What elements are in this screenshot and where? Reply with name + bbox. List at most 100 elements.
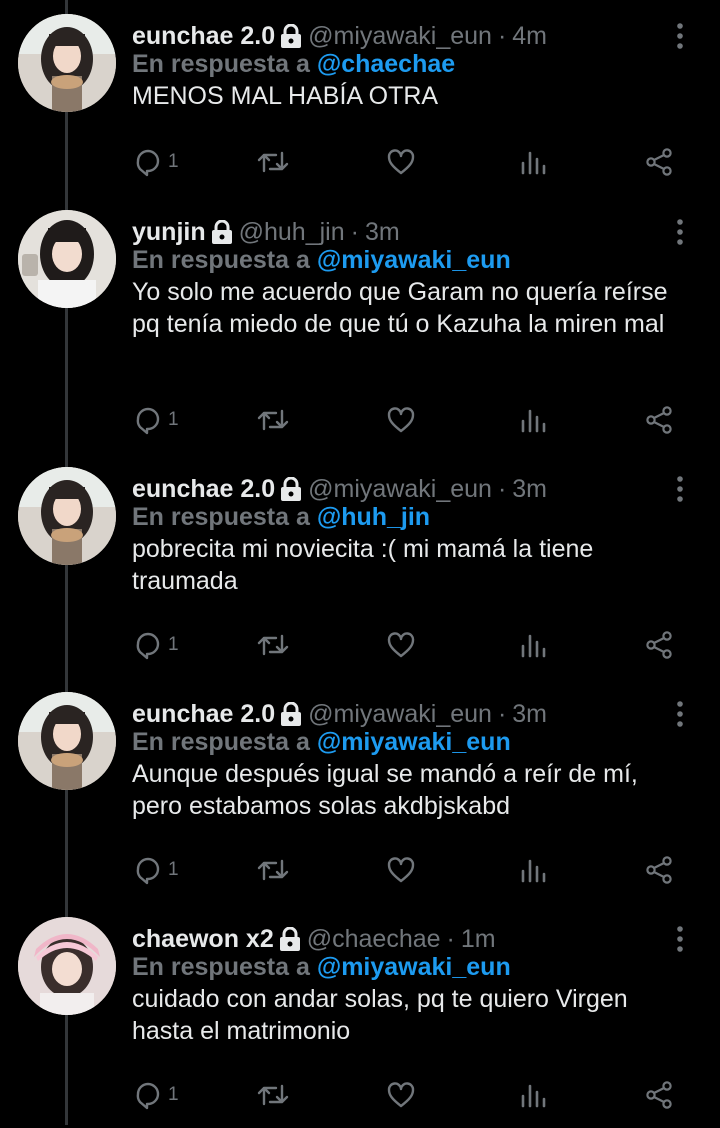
reply-count: 1	[168, 1084, 179, 1105]
tweet[interactable]: eunchae 2.0 @miyawaki_eun · 3m En respue…	[0, 453, 720, 678]
reply-button[interactable]: 1	[134, 402, 179, 438]
more-icon[interactable]	[672, 475, 688, 503]
share-button[interactable]	[644, 1077, 674, 1113]
tweet[interactable]: chaewon x2 @chaechae · 1m En respuesta a…	[0, 903, 720, 1128]
avatar[interactable]	[18, 467, 116, 565]
lock-icon	[279, 927, 301, 951]
handle[interactable]: @miyawaki_eun	[308, 700, 492, 729]
reply-mention[interactable]: @miyawaki_eun	[317, 728, 511, 756]
share-icon	[646, 856, 672, 884]
reply-mention[interactable]: @huh_jin	[317, 503, 430, 531]
avatar-photo	[18, 14, 116, 112]
separator-dot: ·	[497, 699, 507, 728]
like-button[interactable]	[386, 402, 416, 438]
reply-icon	[136, 857, 160, 885]
views-button[interactable]	[518, 144, 548, 180]
lock-icon	[211, 220, 233, 244]
handle[interactable]: @miyawaki_eun	[308, 22, 492, 51]
avatar-photo	[18, 467, 116, 565]
timestamp[interactable]: 3m	[512, 700, 547, 729]
timestamp[interactable]: 1m	[461, 925, 496, 954]
views-icon	[521, 151, 546, 175]
share-button[interactable]	[644, 402, 674, 438]
retweet-button[interactable]	[256, 144, 290, 180]
views-button[interactable]	[518, 1077, 548, 1113]
like-button[interactable]	[386, 852, 416, 888]
tweet[interactable]: eunchae 2.0 @miyawaki_eun · 3m En respue…	[0, 678, 720, 903]
like-icon	[387, 1082, 415, 1108]
reply-mention[interactable]: @miyawaki_eun	[317, 953, 511, 981]
like-icon	[387, 149, 415, 175]
display-name[interactable]: eunchae 2.0	[132, 700, 275, 729]
display-name[interactable]: chaewon x2	[132, 925, 274, 954]
share-icon	[646, 148, 672, 176]
avatar-photo	[18, 917, 116, 1015]
reply-button[interactable]: 1	[134, 852, 179, 888]
share-icon	[646, 1081, 672, 1109]
more-icon[interactable]	[672, 925, 688, 953]
tweet-text: cuidado con andar solas, pq te quiero Vi…	[132, 985, 628, 1045]
like-icon	[387, 632, 415, 658]
views-button[interactable]	[518, 402, 548, 438]
retweet-icon	[257, 859, 289, 881]
handle[interactable]: @huh_jin	[239, 218, 345, 247]
reply-context: En respuesta a @chaechae	[132, 50, 455, 79]
like-icon	[387, 857, 415, 883]
action-bar: 1	[132, 402, 692, 438]
share-button[interactable]	[644, 144, 674, 180]
retweet-button[interactable]	[256, 627, 290, 663]
reply-prefix: En respuesta a	[132, 50, 310, 78]
views-button[interactable]	[518, 627, 548, 663]
more-icon[interactable]	[672, 218, 688, 246]
more-icon[interactable]	[672, 22, 688, 50]
separator-dot: ·	[497, 474, 507, 503]
avatar[interactable]	[18, 692, 116, 790]
retweet-icon	[257, 1084, 289, 1106]
reply-button[interactable]: 1	[134, 1077, 179, 1113]
share-icon	[646, 631, 672, 659]
avatar[interactable]	[18, 210, 116, 308]
views-icon	[521, 1084, 546, 1108]
timestamp[interactable]: 3m	[365, 218, 400, 247]
views-button[interactable]	[518, 852, 548, 888]
reply-icon	[136, 149, 160, 177]
reply-mention[interactable]: @miyawaki_eun	[317, 246, 511, 274]
like-icon	[387, 407, 415, 433]
retweet-button[interactable]	[256, 1077, 290, 1113]
like-button[interactable]	[386, 1077, 416, 1113]
timestamp[interactable]: 4m	[512, 22, 547, 51]
avatar[interactable]	[18, 14, 116, 112]
tweet[interactable]: yunjin @huh_jin · 3m En respuesta a @miy…	[0, 196, 720, 435]
retweet-button[interactable]	[256, 852, 290, 888]
like-button[interactable]	[386, 627, 416, 663]
share-button[interactable]	[644, 852, 674, 888]
timestamp[interactable]: 3m	[512, 475, 547, 504]
separator-dot: ·	[350, 217, 359, 246]
tweet[interactable]: eunchae 2.0 @miyawaki_eun · 4m En respue…	[0, 0, 720, 225]
action-bar: 1	[132, 852, 692, 888]
reply-mention[interactable]: @chaechae	[317, 50, 455, 78]
more-icon[interactable]	[672, 700, 688, 728]
like-button[interactable]	[386, 144, 416, 180]
tweet-text: MENOS MAL HABÍA OTRA	[132, 82, 439, 110]
reply-button[interactable]: 1	[134, 627, 179, 663]
reply-icon	[136, 407, 160, 435]
retweet-button[interactable]	[256, 402, 290, 438]
display-name[interactable]: eunchae 2.0	[132, 22, 275, 51]
reply-prefix: En respuesta a	[132, 246, 310, 274]
display-name[interactable]: yunjin	[132, 218, 206, 247]
share-button[interactable]	[644, 627, 674, 663]
tweet-text: pobrecita mi noviecita :( mi mamá la tie…	[132, 535, 594, 595]
reply-prefix: En respuesta a	[132, 503, 310, 531]
lock-icon	[280, 24, 302, 48]
share-icon	[646, 406, 672, 434]
avatar[interactable]	[18, 917, 116, 1015]
avatar-photo	[18, 210, 116, 308]
reply-icon	[136, 632, 160, 660]
reply-button[interactable]: 1	[134, 144, 179, 180]
views-icon	[521, 859, 546, 883]
display-name[interactable]: eunchae 2.0	[132, 475, 275, 504]
handle[interactable]: @miyawaki_eun	[308, 475, 492, 504]
handle[interactable]: @chaechae	[307, 925, 441, 954]
reply-context: En respuesta a @miyawaki_eun	[132, 246, 511, 275]
